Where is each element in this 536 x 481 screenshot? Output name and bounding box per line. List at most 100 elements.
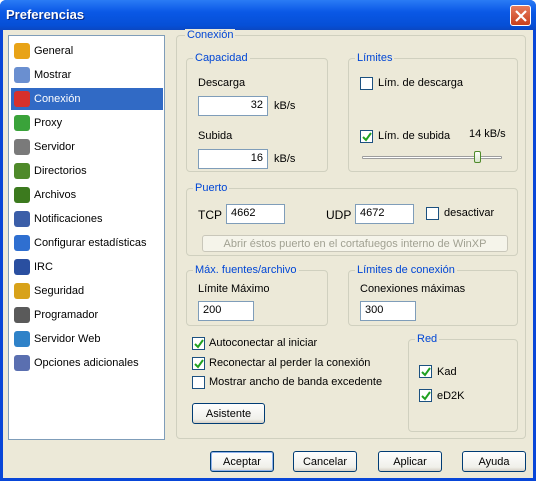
- dialog-body: General Mostrar Conexión Proxy Servidor Direc…: [3, 29, 533, 478]
- options-icon: [14, 355, 30, 371]
- upload-limit-checkbox[interactable]: [360, 130, 373, 143]
- lock-icon: [14, 283, 30, 299]
- sidebar-item-11[interactable]: Seguridad: [11, 280, 163, 302]
- wizard-button[interactable]: Asistente: [192, 403, 265, 424]
- download-limit-checkbox[interactable]: [360, 77, 373, 90]
- upload-limit-label: Lím. de subida: [378, 130, 451, 142]
- window-title: Preferencias: [6, 7, 85, 22]
- cancel-button[interactable]: Cancelar: [293, 451, 357, 472]
- sidebar-item-8[interactable]: Notificaciones: [11, 208, 163, 230]
- download-unit: kB/s: [274, 100, 296, 112]
- tcp-port-input[interactable]: 4662: [226, 204, 285, 224]
- upload-unit: kB/s: [274, 153, 296, 165]
- show-overhead-checkbox[interactable]: [192, 376, 205, 389]
- sidebar-item-label: IRC: [34, 261, 53, 273]
- reconnect-checkbox[interactable]: [192, 357, 205, 370]
- upload-limit-value: 14 kB/s: [469, 128, 506, 140]
- notifications-icon: [14, 211, 30, 227]
- accept-button[interactable]: Aceptar: [210, 451, 274, 472]
- network-title: Red: [415, 333, 440, 345]
- capacity-title: Capacidad: [193, 52, 250, 64]
- udp-label: UDP: [326, 208, 352, 222]
- apply-button[interactable]: Aplicar: [378, 451, 442, 472]
- sidebar-item-13[interactable]: Servidor Web: [11, 328, 163, 350]
- proxy-icon: [14, 115, 30, 131]
- limits-title: Límites: [355, 52, 395, 64]
- sidebar-item-3[interactable]: Conexión: [11, 88, 163, 110]
- sidebar-item-5[interactable]: Servidor: [11, 136, 163, 158]
- sidebar-item-1[interactable]: General: [11, 40, 163, 62]
- folder-icon: [14, 163, 30, 179]
- sidebar-item-14[interactable]: Opciones adicionales: [11, 352, 163, 374]
- connection-limits-title: Límites de conexión: [355, 264, 457, 276]
- port-title: Puerto: [193, 182, 230, 194]
- ed2k-checkbox[interactable]: [419, 389, 432, 402]
- kad-label: Kad: [437, 366, 457, 378]
- sidebar-item-12[interactable]: Programador: [11, 304, 163, 326]
- irc-icon: [14, 259, 30, 275]
- autoconnect-checkbox[interactable]: [192, 337, 205, 350]
- disable-udp-label: desactivar: [444, 207, 495, 219]
- display-icon: [14, 67, 30, 83]
- kad-checkbox[interactable]: [419, 365, 432, 378]
- tcp-label: TCP: [198, 208, 222, 222]
- max-connections-label: Conexiones máximas: [360, 283, 466, 295]
- sidebar-item-label: Programador: [34, 309, 99, 321]
- general-icon: [14, 43, 30, 59]
- panel-title: Conexión: [185, 29, 236, 41]
- udp-port-input[interactable]: 4672: [355, 204, 414, 224]
- upload-label: Subida: [198, 130, 233, 142]
- sidebar-item-2[interactable]: Mostrar: [11, 64, 163, 86]
- open-firewall-ports-button[interactable]: Abrir éstos puerto en el cortafuegos int…: [202, 235, 508, 252]
- max-sources-title: Máx. fuentes/archivo: [193, 264, 299, 276]
- help-button[interactable]: Ayuda: [462, 451, 526, 472]
- sidebar-item-label: Directorios: [34, 165, 87, 177]
- max-limit-label: Límite Máximo: [198, 283, 270, 295]
- sidebar-item-label: Proxy: [34, 117, 63, 129]
- autoconnect-label: Autoconectar al iniciar: [209, 337, 318, 349]
- max-sources-input[interactable]: 200: [198, 301, 254, 321]
- reconnect-label: Reconectar al perder la conexión: [209, 357, 371, 369]
- preferences-tree[interactable]: General Mostrar Conexión Proxy Servidor Direc…: [8, 35, 165, 440]
- sidebar-item-7[interactable]: Archivos: [11, 184, 163, 206]
- files-icon: [14, 187, 30, 203]
- connection-icon: [14, 91, 30, 107]
- max-connections-input[interactable]: 300: [360, 301, 416, 321]
- title-bar[interactable]: Preferencias: [0, 0, 536, 30]
- clock-icon: [14, 307, 30, 323]
- capacity-group: Capacidad Descarga 32 kB/s Subida 16 kB/…: [186, 52, 328, 172]
- checkmark-icon: [194, 359, 204, 369]
- max-sources-group: Máx. fuentes/archivo Límite Máximo 200: [186, 264, 328, 326]
- disable-udp-checkbox[interactable]: [426, 207, 439, 220]
- stats-icon: [14, 235, 30, 251]
- upload-limit-slider[interactable]: [474, 151, 481, 163]
- sidebar-item-10[interactable]: IRC: [11, 256, 163, 278]
- network-group: Red Kad eD2K: [408, 333, 518, 432]
- port-group: Puerto TCP 4662 UDP 4672 desactivar Abri…: [186, 182, 518, 256]
- sidebar-item-9[interactable]: Configurar estadísticas: [11, 232, 163, 254]
- download-label: Descarga: [198, 77, 246, 89]
- sidebar-item-label: General: [34, 45, 74, 57]
- checkmark-icon: [362, 132, 372, 142]
- sidebar-item-label: Archivos: [34, 189, 77, 201]
- ed2k-label: eD2K: [437, 390, 465, 402]
- sidebar-item-label: Servidor: [34, 141, 75, 153]
- connection-limits-group: Límites de conexión Conexiones máximas 3…: [348, 264, 518, 326]
- preferences-window: Preferencias General Mostrar Conexión Proxy…: [0, 0, 536, 481]
- limits-group: Límites Lím. de descarga Lím. de subida …: [348, 52, 518, 172]
- sidebar-item-label: Mostrar: [34, 69, 72, 81]
- sidebar-item-label: Seguridad: [34, 285, 85, 297]
- sidebar-item-label: Servidor Web: [34, 333, 101, 345]
- upload-input[interactable]: 16: [198, 149, 268, 169]
- sidebar-item-6[interactable]: Directorios: [11, 160, 163, 182]
- show-overhead-label: Mostrar ancho de banda excedente: [209, 376, 383, 388]
- sidebar-item-4[interactable]: Proxy: [11, 112, 163, 134]
- server-icon: [14, 139, 30, 155]
- close-button[interactable]: [510, 5, 531, 26]
- download-input[interactable]: 32: [198, 96, 268, 116]
- checkmark-icon: [421, 391, 431, 401]
- checkmark-icon: [421, 367, 431, 377]
- globe-icon: [14, 331, 30, 347]
- sidebar-item-label: Notificaciones: [34, 213, 103, 225]
- upload-limit-track: [362, 156, 502, 159]
